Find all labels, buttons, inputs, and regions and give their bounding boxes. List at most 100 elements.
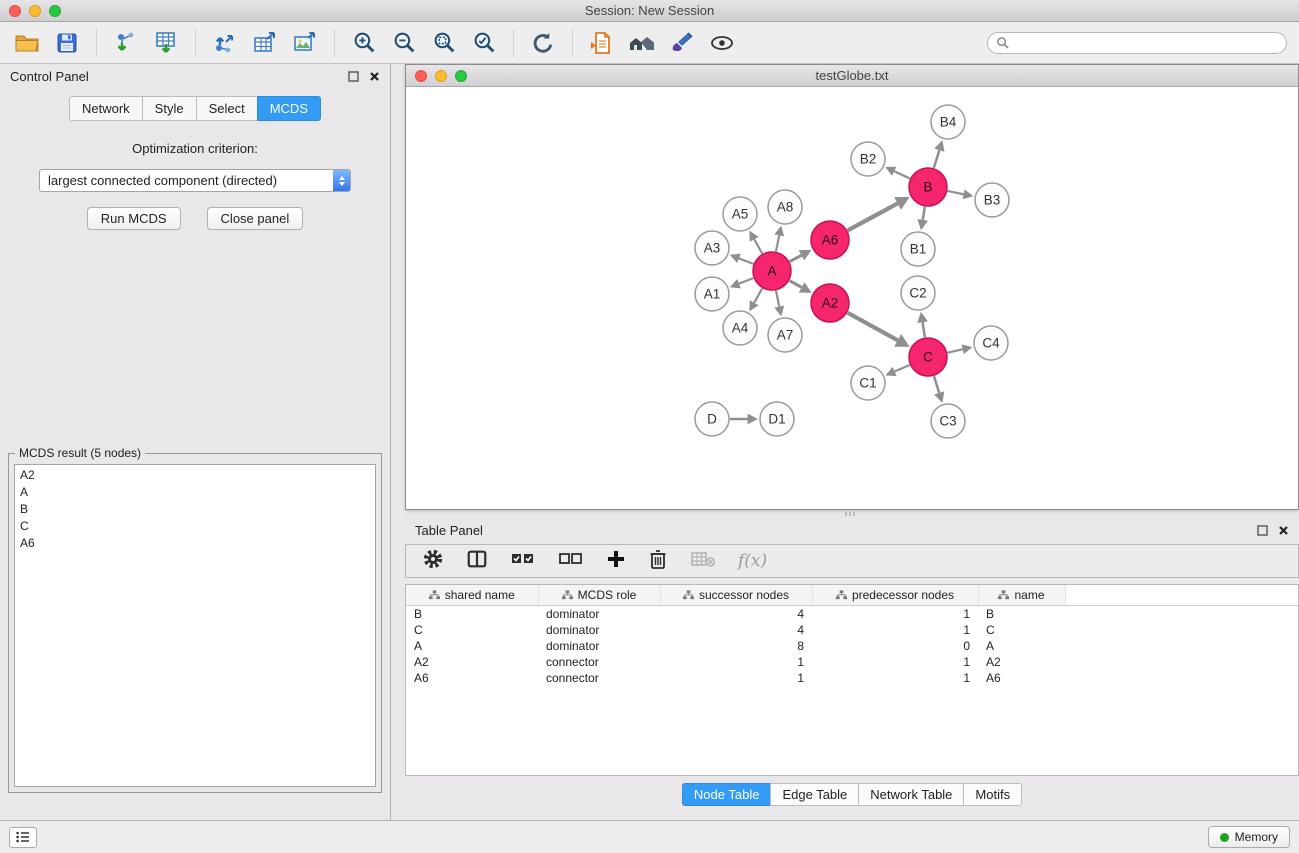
tab-mcds[interactable]: MCDS (257, 96, 321, 121)
criterion-dropdown[interactable]: largest connected component (directed) (39, 169, 351, 192)
graph-edge-B-B3[interactable] (948, 191, 964, 194)
graph-edge-A-A2[interactable] (790, 281, 802, 288)
zoom-out-button[interactable] (389, 28, 419, 58)
column-header[interactable]: MCDS role (538, 585, 660, 605)
save-session-button[interactable] (52, 28, 82, 58)
minimize-window-button[interactable] (29, 5, 41, 17)
network-graph[interactable]: B4B2BB3A5A8A6A3B1AA1C2A2A4A7C4CC1C3DD1 (406, 87, 1298, 509)
table-cell-successors[interactable]: 1 (660, 654, 812, 670)
style-button[interactable] (667, 28, 697, 58)
graph-edge-A2-C[interactable] (848, 313, 898, 341)
close-table-panel-icon[interactable] (1278, 525, 1289, 536)
tab-motifs[interactable]: Motifs (963, 783, 1022, 806)
table-cell-predecessors[interactable]: 1 (812, 605, 978, 622)
table-row[interactable]: A6connector11A6 (406, 670, 1298, 686)
tab-network-table[interactable]: Network Table (858, 783, 963, 806)
tab-select[interactable]: Select (196, 96, 257, 121)
select-all-button[interactable] (510, 549, 536, 574)
table-cell-mcds_role[interactable]: connector (538, 670, 660, 686)
table-cell-successors[interactable]: 1 (660, 670, 812, 686)
network-maximize-button[interactable] (455, 70, 467, 82)
open-network-file-button[interactable] (587, 28, 617, 58)
export-network-button[interactable] (210, 28, 240, 58)
zoom-in-button[interactable] (349, 28, 379, 58)
tab-node-table[interactable]: Node Table (682, 783, 771, 806)
graph-edge-A-A7[interactable] (776, 291, 779, 307)
delete-column-button[interactable] (648, 548, 668, 575)
table-cell-name[interactable]: A2 (978, 654, 1065, 670)
search-input[interactable] (1014, 36, 1278, 50)
graph-edge-A6-B[interactable] (848, 203, 898, 230)
graph-edge-A-A4[interactable] (754, 288, 762, 302)
table-cell-shared_name[interactable]: A (406, 638, 538, 654)
close-panel-icon[interactable] (369, 71, 380, 82)
graph-edge-A-A1[interactable] (739, 278, 753, 283)
table-cell-predecessors[interactable]: 1 (812, 622, 978, 638)
graph-edge-B-B4[interactable] (934, 150, 939, 168)
mcds-result-item[interactable]: A2 (15, 467, 375, 484)
graph-edge-A-A5[interactable] (754, 239, 762, 253)
home-button[interactable] (627, 28, 657, 58)
graph-edge-A-A3[interactable] (739, 258, 753, 263)
float-panel-icon[interactable] (348, 71, 359, 82)
graph-edge-C-C4[interactable] (948, 349, 963, 352)
table-cell-shared_name[interactable]: A2 (406, 654, 538, 670)
table-settings-button[interactable] (422, 548, 444, 575)
import-network-button[interactable] (111, 28, 141, 58)
network-close-button[interactable] (415, 70, 427, 82)
close-panel-button[interactable]: Close panel (207, 207, 304, 230)
zoom-fit-button[interactable] (429, 28, 459, 58)
table-row[interactable]: Bdominator41B (406, 605, 1298, 622)
add-column-button[interactable] (606, 549, 626, 574)
table-cell-name[interactable]: B (978, 605, 1065, 622)
mcds-result-item[interactable]: C (15, 518, 375, 535)
deselect-all-button[interactable] (558, 549, 584, 574)
maximize-window-button[interactable] (49, 5, 61, 17)
tab-edge-table[interactable]: Edge Table (770, 783, 858, 806)
zoom-selected-button[interactable] (469, 28, 499, 58)
graph-edge-A-A6[interactable] (790, 255, 802, 261)
mcds-result-item[interactable]: A6 (15, 535, 375, 552)
column-header[interactable]: shared name (406, 585, 538, 605)
network-canvas[interactable]: B4B2BB3A5A8A6A3B1AA1C2A2A4A7C4CC1C3DD1 (406, 87, 1298, 509)
table-cell-successors[interactable]: 8 (660, 638, 812, 654)
tab-network[interactable]: Network (69, 96, 142, 121)
column-header[interactable]: predecessor nodes (812, 585, 978, 605)
show-hide-button[interactable] (707, 28, 737, 58)
table-cell-predecessors[interactable]: 0 (812, 638, 978, 654)
memory-button[interactable]: Memory (1208, 826, 1290, 848)
graph-edge-C-C3[interactable] (934, 376, 939, 393)
graph-edge-C-C2[interactable] (923, 322, 925, 337)
table-cell-successors[interactable]: 4 (660, 622, 812, 638)
mcds-result-list[interactable]: A2ABCA6 (14, 464, 376, 787)
table-cell-mcds_role[interactable]: dominator (538, 605, 660, 622)
node-table[interactable]: shared nameMCDS rolesuccessor nodesprede… (405, 584, 1299, 776)
task-history-button[interactable] (9, 827, 37, 848)
table-cell-mcds_role[interactable]: dominator (538, 622, 660, 638)
table-cell-shared_name[interactable]: B (406, 605, 538, 622)
column-header[interactable]: successor nodes (660, 585, 812, 605)
table-cell-shared_name[interactable]: C (406, 622, 538, 638)
panel-divider-handle[interactable] (845, 512, 869, 516)
column-header[interactable]: name (978, 585, 1065, 605)
search-field[interactable] (987, 32, 1287, 54)
table-row[interactable]: A2connector11A2 (406, 654, 1298, 670)
graph-edge-B-B2[interactable] (894, 171, 910, 178)
mcds-result-item[interactable]: A (15, 484, 375, 501)
graph-edge-C-C1[interactable] (895, 365, 910, 372)
float-table-panel-icon[interactable] (1257, 525, 1268, 536)
open-session-button[interactable] (12, 28, 42, 58)
network-minimize-button[interactable] (435, 70, 447, 82)
table-cell-mcds_role[interactable]: connector (538, 654, 660, 670)
table-cell-name[interactable]: A6 (978, 670, 1065, 686)
graph-edge-A-A8[interactable] (776, 235, 779, 251)
import-table-button[interactable] (151, 28, 181, 58)
graph-edge-B-B1[interactable] (923, 207, 925, 220)
table-row[interactable]: Cdominator41C (406, 622, 1298, 638)
tab-style[interactable]: Style (142, 96, 196, 121)
mcds-result-item[interactable]: B (15, 501, 375, 518)
run-mcds-button[interactable]: Run MCDS (87, 207, 181, 230)
close-window-button[interactable] (9, 5, 21, 17)
table-cell-successors[interactable]: 4 (660, 605, 812, 622)
refresh-button[interactable] (528, 28, 558, 58)
